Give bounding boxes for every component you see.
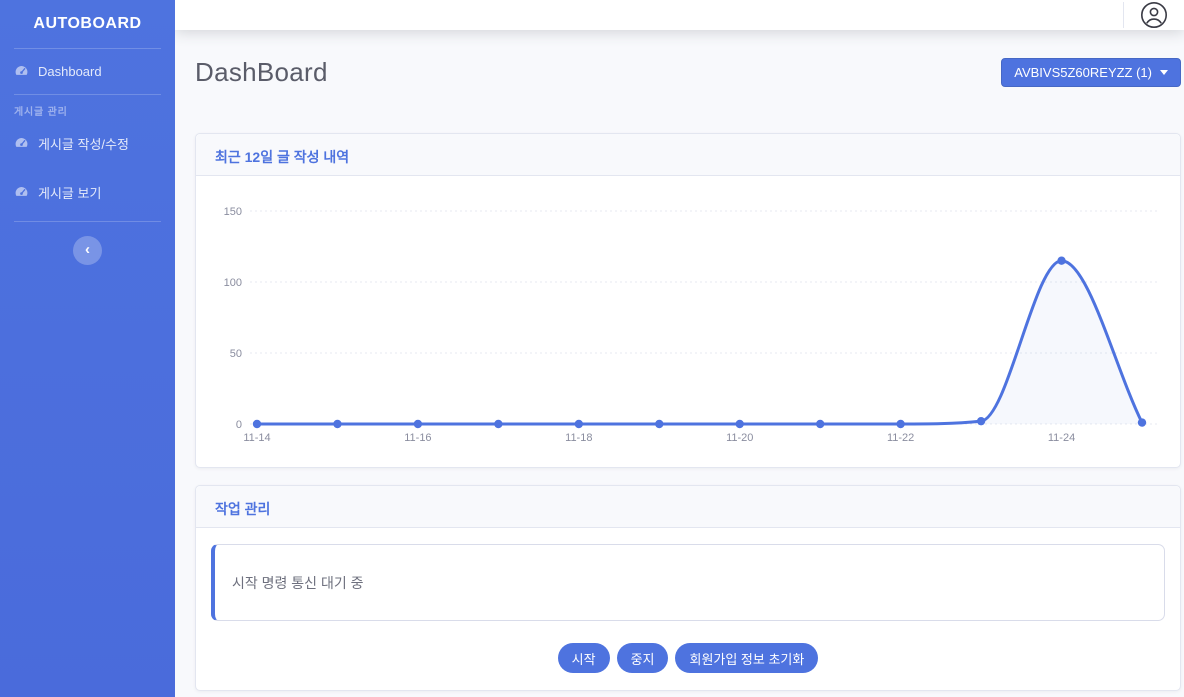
- svg-text:11-18: 11-18: [565, 432, 592, 444]
- user-icon: [1140, 1, 1170, 29]
- svg-text:150: 150: [224, 206, 242, 218]
- svg-text:0: 0: [236, 419, 242, 431]
- main-column: DashBoard AVBIVS5Z60REYZZ (1) 최근 12일 글 작…: [175, 0, 1184, 697]
- task-buttons: 시작 중지 회원가입 정보 초기화: [211, 643, 1165, 673]
- sidebar-item-post-edit[interactable]: 게시글 작성/수정: [0, 119, 175, 168]
- svg-text:11-24: 11-24: [1048, 432, 1075, 444]
- sidebar-item-label: Dashboard: [38, 64, 102, 79]
- topbar: [175, 0, 1184, 30]
- status-message: 시작 명령 통신 대기 중: [232, 573, 363, 593]
- account-dropdown-label: AVBIVS5Z60REYZZ (1): [1014, 65, 1152, 80]
- status-message-box: 시작 명령 통신 대기 중: [211, 544, 1165, 621]
- start-button[interactable]: 시작: [558, 643, 610, 673]
- tachometer-icon: [14, 136, 29, 151]
- sidebar-item-label: 게시글 보기: [38, 183, 101, 202]
- topbar-divider: [1123, 2, 1124, 28]
- content-area: DashBoard AVBIVS5Z60REYZZ (1) 최근 12일 글 작…: [175, 30, 1184, 697]
- tachometer-icon: [14, 185, 29, 200]
- sidebar-section-heading: 게시글 관리: [0, 107, 175, 119]
- tachometer-icon: [14, 64, 29, 79]
- line-chart: 0 50 100 150 11-14 11-16 11-18 11-20 11-22 11-24: [210, 196, 1166, 448]
- chart-card: 최근 12일 글 작성 내역 0 50 100 150 11-14 11-16 11-18 1…: [195, 133, 1181, 468]
- svg-text:11-14: 11-14: [243, 432, 270, 444]
- svg-text:100: 100: [224, 277, 242, 289]
- brand-link[interactable]: AUTOBOARD: [0, 0, 175, 48]
- sidebar-divider: [14, 221, 161, 222]
- account-dropdown-button[interactable]: AVBIVS5Z60REYZZ (1): [1001, 58, 1181, 87]
- svg-text:11-22: 11-22: [887, 432, 914, 444]
- reset-signup-info-button[interactable]: 회원가입 정보 초기화: [675, 643, 818, 673]
- caret-down-icon: [1160, 70, 1168, 75]
- chart-card-header: 최근 12일 글 작성 내역: [196, 134, 1180, 176]
- stop-button[interactable]: 중지: [617, 643, 669, 673]
- sidebar-divider: [14, 94, 161, 95]
- sidebar-item-post-view[interactable]: 게시글 보기: [0, 168, 175, 217]
- sidebar-item-label: 게시글 작성/수정: [38, 134, 129, 153]
- svg-text:50: 50: [230, 348, 242, 360]
- sidebar-collapse-button[interactable]: ‹: [73, 236, 102, 265]
- chevron-left-icon: ‹: [85, 241, 90, 258]
- task-card: 작업 관리 시작 명령 통신 대기 중 시작 중지 회원가입 정보 초기화: [195, 485, 1181, 691]
- user-menu-button[interactable]: [1140, 0, 1170, 30]
- sidebar: AUTOBOARD Dashboard 게시글 관리 게시글 작성/수정 게시글…: [0, 0, 175, 697]
- svg-text:11-16: 11-16: [404, 432, 431, 444]
- task-card-header: 작업 관리: [196, 486, 1180, 528]
- sidebar-item-dashboard[interactable]: Dashboard: [0, 49, 175, 94]
- page-title: DashBoard: [195, 57, 328, 88]
- svg-text:11-20: 11-20: [726, 432, 753, 444]
